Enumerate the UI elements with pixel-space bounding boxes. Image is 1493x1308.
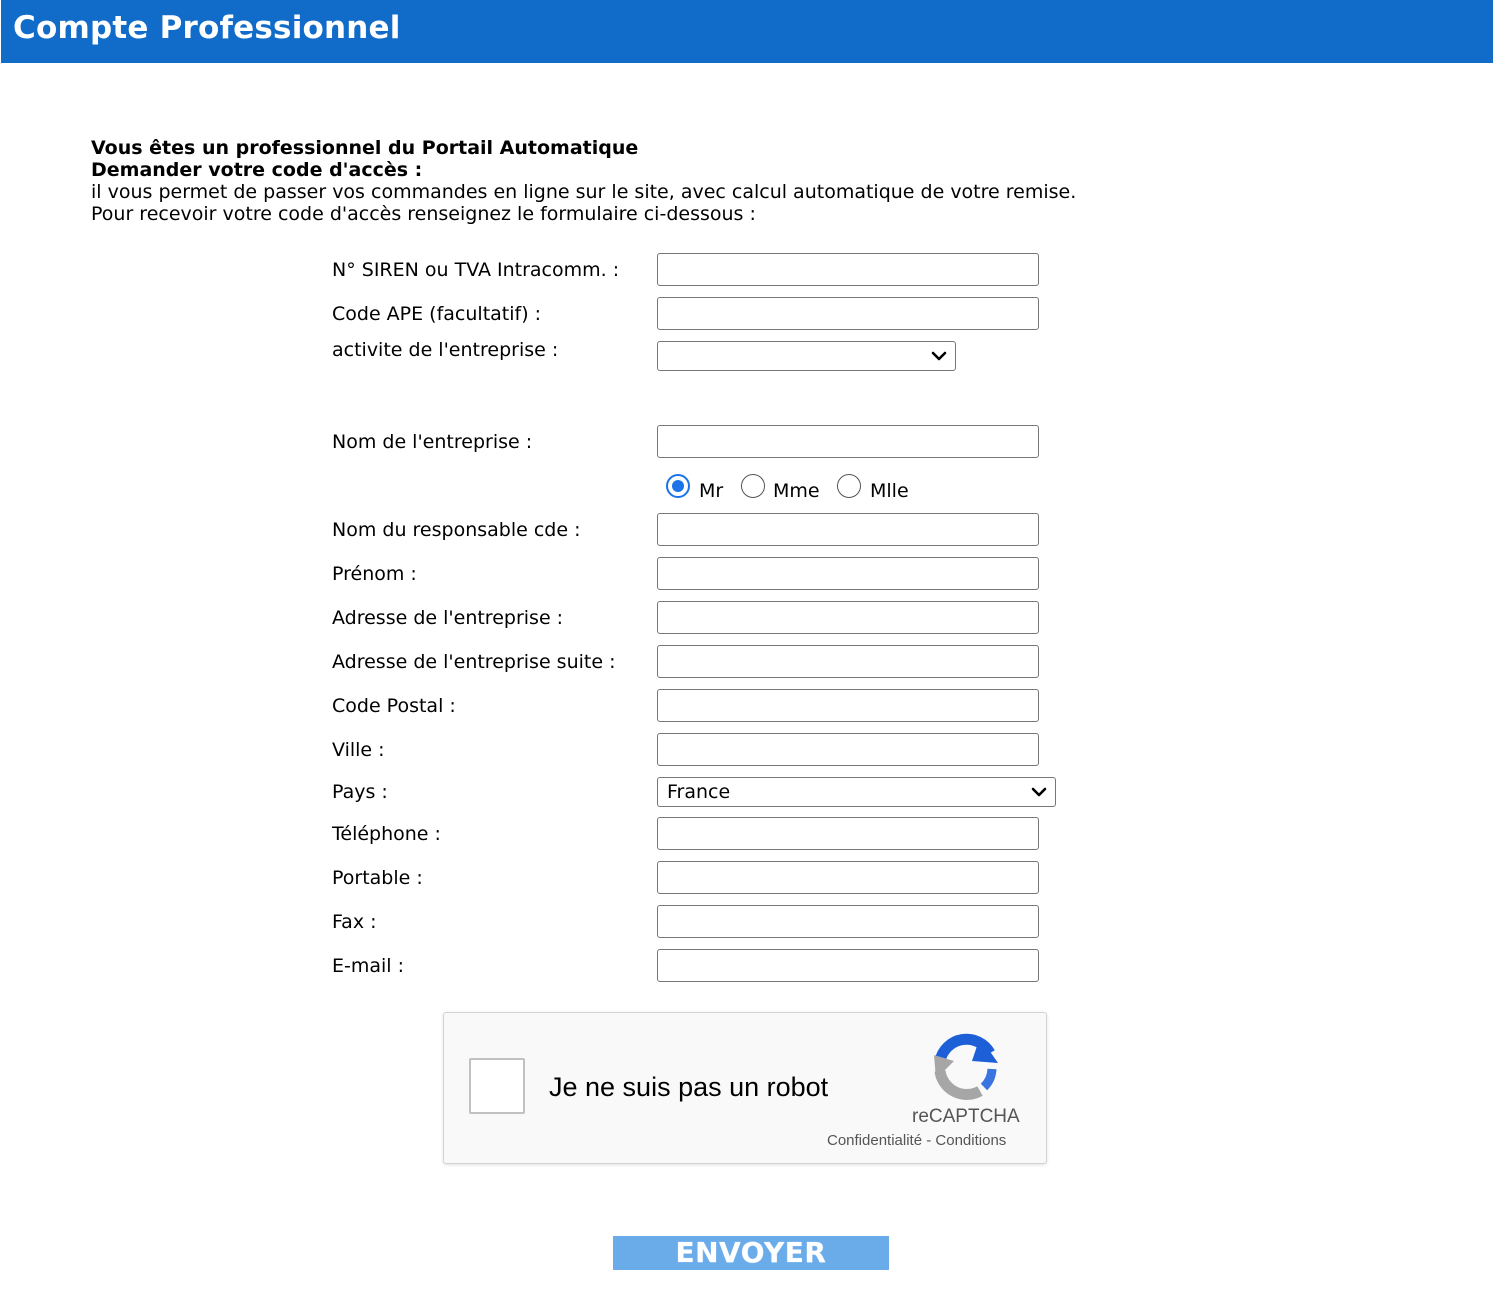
telephone-input[interactable] — [657, 817, 1039, 850]
fax-label: Fax : — [332, 911, 377, 933]
portable-label: Portable : — [332, 867, 423, 889]
intro-subheading: Demander votre code d'accès : — [91, 159, 423, 181]
intro-text: Vous êtes un professionnel du Portail Au… — [91, 137, 1076, 225]
radio-mlle[interactable] — [837, 474, 861, 498]
adresse-label: Adresse de l'entreprise : — [332, 607, 564, 629]
ape-input[interactable] — [657, 297, 1039, 330]
entreprise-input[interactable] — [657, 425, 1039, 458]
submit-button[interactable]: ENVOYER — [613, 1236, 889, 1270]
responsable-input[interactable] — [657, 513, 1039, 546]
siren-input[interactable] — [657, 253, 1039, 286]
adresse-suite-label: Adresse de l'entreprise suite : — [332, 651, 616, 673]
recaptcha-widget: Je ne suis pas un robot reCAPTCHA Confid… — [443, 1012, 1047, 1164]
recaptcha-brand: reCAPTCHA — [912, 1106, 1020, 1127]
email-label: E-mail : — [332, 955, 405, 977]
prenom-input[interactable] — [657, 557, 1039, 590]
ville-label: Ville : — [332, 739, 385, 761]
privacy-link[interactable]: Confidentialité — [827, 1132, 922, 1149]
links-separator: - — [922, 1132, 936, 1149]
siren-label: N° SIREN ou TVA Intracomm. : — [332, 259, 620, 281]
telephone-label: Téléphone : — [332, 823, 441, 845]
radio-mlle-label: Mlle — [870, 480, 909, 502]
email-input[interactable] — [657, 949, 1039, 982]
code-postal-label: Code Postal : — [332, 695, 456, 717]
adresse-suite-input[interactable] — [657, 645, 1039, 678]
terms-link[interactable]: Conditions — [935, 1132, 1006, 1149]
recaptcha-links: Confidentialité - Conditions — [827, 1132, 1006, 1149]
ape-label: Code APE (facultatif) : — [332, 303, 542, 325]
recaptcha-logo-icon — [934, 1033, 998, 1100]
ville-input[interactable] — [657, 733, 1039, 766]
page-title: Compte Professionnel — [13, 10, 401, 46]
radio-mr-label: Mr — [699, 480, 724, 502]
radio-mr[interactable] — [666, 474, 690, 498]
radio-mme[interactable] — [741, 474, 765, 498]
recaptcha-label: Je ne suis pas un robot — [549, 1072, 829, 1102]
header-bar: Compte Professionnel — [1, 0, 1493, 63]
adresse-input[interactable] — [657, 601, 1039, 634]
intro-heading: Vous êtes un professionnel du Portail Au… — [91, 137, 639, 159]
portable-input[interactable] — [657, 861, 1039, 894]
pays-select[interactable]: France — [657, 777, 1056, 807]
radio-mme-label: Mme — [773, 480, 820, 502]
code-postal-input[interactable] — [657, 689, 1039, 722]
chevron-down-icon — [1031, 787, 1047, 797]
fax-input[interactable] — [657, 905, 1039, 938]
recaptcha-checkbox[interactable] — [469, 1058, 525, 1114]
entreprise-label: Nom de l'entreprise : — [332, 431, 533, 453]
pays-label: Pays : — [332, 781, 388, 803]
activite-label: activite de l'entreprise : — [332, 339, 559, 361]
pays-select-value: France — [667, 781, 731, 803]
responsable-label: Nom du responsable cde : — [332, 519, 581, 541]
intro-instruction: Pour recevoir votre code d'accès renseig… — [91, 203, 756, 225]
chevron-down-icon — [931, 351, 947, 361]
activite-select[interactable] — [657, 341, 956, 371]
prenom-label: Prénom : — [332, 563, 417, 585]
intro-description: il vous permet de passer vos commandes e… — [91, 181, 1077, 203]
